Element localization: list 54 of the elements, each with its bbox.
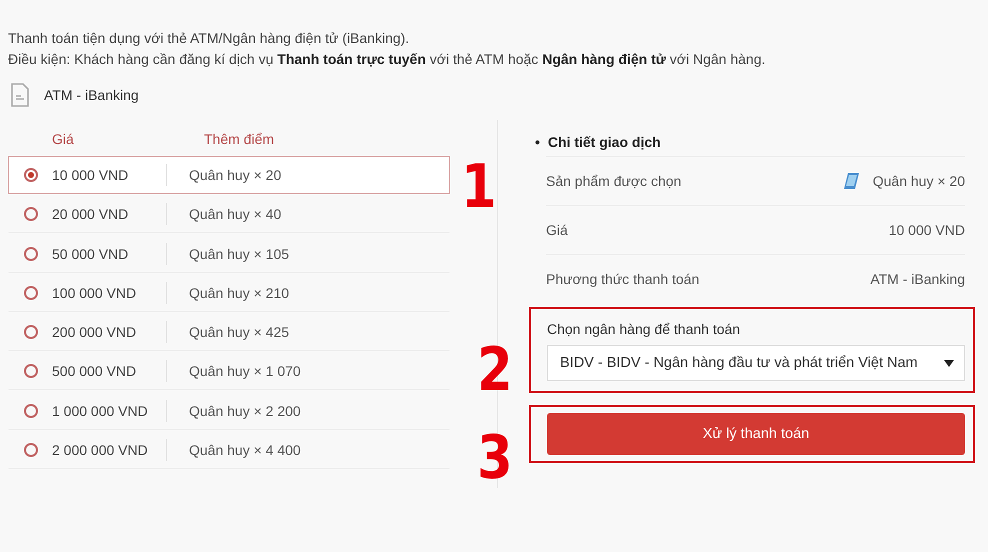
radio-button[interactable] (24, 364, 38, 378)
radio-button[interactable] (24, 286, 38, 300)
document-icon (10, 83, 30, 107)
detail-label: Phương thức thanh toán (546, 271, 700, 287)
price-text: 100 000 VND (52, 284, 136, 301)
package-option[interactable]: 100 000 VND Quân huy × 210 (8, 274, 450, 312)
price-text: 2 000 000 VND (52, 442, 148, 458)
detail-label: Giá (546, 222, 568, 238)
detail-value: ATM - iBanking (870, 271, 965, 287)
package-option[interactable]: 2 000 000 VND Quân huy × 4 400 (8, 431, 450, 470)
price-text: 10 000 VND (52, 167, 128, 183)
intro-text: Thanh toán tiện dụng với thẻ ATM/Ngân hàng điện tử (iBanking). (8, 29, 410, 48)
radio-button[interactable] (24, 168, 38, 182)
points-text: Quân huy × 105 (189, 246, 290, 262)
package-option[interactable]: 50 000 VND Quân huy × 105 (8, 234, 450, 273)
section-title: Chi tiết giao dịch (548, 134, 661, 150)
bullet: • (535, 134, 540, 150)
step-number: 1 (461, 157, 497, 217)
caret-icon (944, 360, 954, 366)
column-header: Giá (52, 131, 74, 147)
card-icon (842, 172, 861, 190)
package-option[interactable]: 10 000 VND Quân huy × 20 (8, 156, 450, 194)
detail-value: Quân huy × 20 (872, 173, 965, 189)
process-payment-button[interactable]: Xử lý thanh toán (547, 413, 965, 455)
radio-button[interactable] (24, 207, 38, 222)
points-text: Quân huy × 40 (189, 206, 282, 222)
payment-method-label: ATM - iBanking (44, 87, 139, 103)
package-option[interactable]: 1 000 000 VND Quân huy × 2 200 (8, 392, 450, 430)
radio-button[interactable] (24, 325, 38, 340)
package-option[interactable]: 200 000 VND Quân huy × 425 (8, 313, 450, 352)
points-text: Quân huy × 4 400 (189, 442, 301, 458)
points-text: Quân huy × 425 (189, 324, 290, 340)
points-text: Quân huy × 20 (189, 167, 282, 183)
price-text: 50 000 VND (52, 246, 128, 262)
radio-button[interactable] (24, 246, 38, 261)
price-text: 20 000 VND (52, 206, 128, 222)
price-text: 500 000 VND (52, 363, 136, 380)
radio-button[interactable] (24, 404, 38, 418)
detail-label: Sản phẩm được chọn (546, 173, 682, 189)
package-option[interactable]: 20 000 VND Quân huy × 40 (8, 195, 450, 234)
step-number: 3 (477, 428, 513, 488)
radio-button[interactable] (24, 443, 38, 458)
detail-value: 10 000 VND (888, 222, 965, 238)
points-text: Quân huy × 1 070 (189, 363, 301, 380)
points-text: Quân huy × 2 200 (189, 402, 301, 419)
step-number: 2 (477, 340, 513, 400)
column-header: Thêm điểm (204, 131, 274, 147)
package-option[interactable]: 500 000 VND Quân huy × 1 070 (8, 352, 450, 390)
bank-label: Chọn ngân hàng để thanh toán (547, 321, 742, 337)
condition-text: Điều kiện: Khách hàng cần đăng kí dịch vụ Thanh toán trực tuyến với thẻ ATM hoặc Ngân hàng điện tử với Ngân hàng. (8, 50, 766, 69)
bank-select[interactable]: BIDV - BIDV - Ngân hàng đầu tư và phát triển Việt Nam (547, 345, 965, 381)
points-text: Quân huy × 210 (189, 284, 290, 301)
price-text: 200 000 VND (52, 324, 136, 340)
price-text: 1 000 000 VND (52, 402, 148, 419)
